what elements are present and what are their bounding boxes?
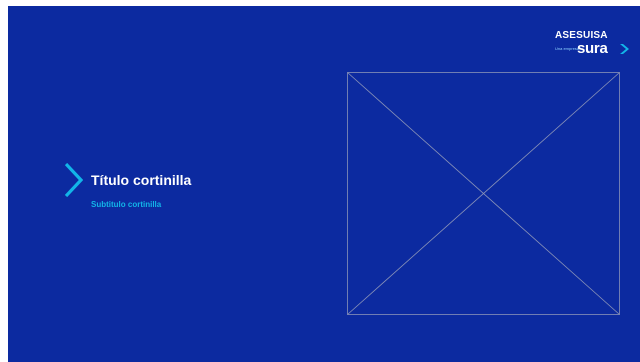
chevron-right-icon <box>65 163 83 197</box>
title-slide: ASESUISA Una empresa sura Título cortini… <box>8 6 640 362</box>
slide-subtitle: Subtitulo cortinilla <box>91 200 162 209</box>
image-placeholder-icon <box>347 72 620 315</box>
logo-brand-text: sura <box>577 40 608 57</box>
asesuisa-sura-logo: ASESUISA Una empresa sura <box>555 31 635 61</box>
slide-title: Título cortinilla <box>91 172 192 188</box>
sura-chevron-icon <box>620 44 629 54</box>
logo-tagline: Una empresa <box>555 46 580 51</box>
